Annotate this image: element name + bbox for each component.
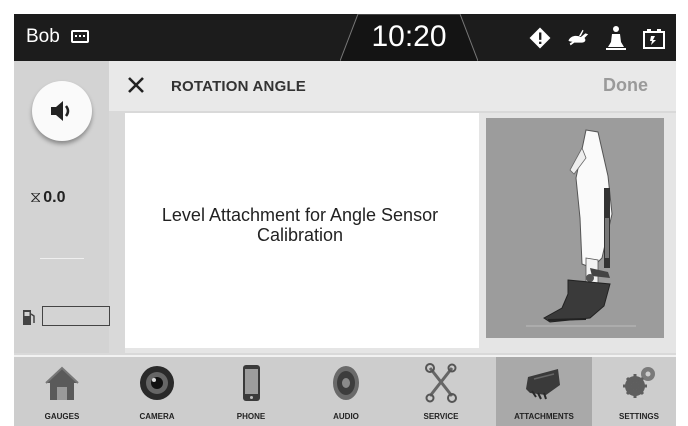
nav-phone[interactable]: PHONE <box>203 357 299 426</box>
battery-icon <box>642 24 666 52</box>
speaker-icon <box>333 366 359 400</box>
rail-divider <box>40 258 84 259</box>
nav-label-attachments: ATTACHMENTS <box>514 412 574 421</box>
volume-button[interactable] <box>32 81 92 141</box>
status-icons <box>528 22 666 54</box>
hour-meter: ⧖ 0.0 <box>30 189 65 207</box>
nav-settings[interactable]: SETTINGS <box>591 357 676 426</box>
nav-gauges[interactable]: GAUGES <box>14 357 110 426</box>
house-icon <box>45 366 79 400</box>
nav-label-settings: SETTINGS <box>618 412 659 421</box>
gears-icon <box>623 367 655 398</box>
hourglass-icon: ⧖ <box>30 189 42 206</box>
screen: Bob 10:20 ⧖ 0.0 ROTATION ANGLE Done Leve… <box>14 14 676 426</box>
nav-label-audio: AUDIO <box>333 412 359 421</box>
display-frame: Bob 10:20 ⧖ 0.0 ROTATION ANGLE Done Leve… <box>0 0 688 426</box>
clock-tab: 10:20 <box>340 14 478 61</box>
camera-icon <box>140 366 174 400</box>
instruction-panel: Level Attachment for Angle Sensor Calibr… <box>125 113 479 348</box>
dialog-content: Level Attachment for Angle Sensor Calibr… <box>125 113 676 353</box>
nav-service[interactable]: SERVICE <box>393 357 489 426</box>
bottom-nav: GAUGES CAMERA PHONE AUDIO SERVICE ATTACH… <box>14 355 676 426</box>
nav-label-camera: CAMERA <box>139 412 175 421</box>
warning-icon[interactable] <box>528 24 552 52</box>
close-icon[interactable] <box>125 74 147 96</box>
rabbit-speed-icon <box>566 24 590 52</box>
phone-icon <box>243 365 260 401</box>
nav-label-gauges: GAUGES <box>44 412 80 421</box>
left-rail: ⧖ 0.0 <box>14 61 110 353</box>
fuel-gauge <box>22 306 110 328</box>
speaker-volume-icon <box>51 101 70 121</box>
hour-meter-value: 0.0 <box>43 189 66 206</box>
done-button[interactable]: Done <box>603 75 648 96</box>
nav-label-phone: PHONE <box>236 412 266 421</box>
nav-attachments[interactable]: ATTACHMENTS <box>496 357 592 426</box>
nav-label-service: SERVICE <box>423 412 459 421</box>
operator-name: Bob <box>26 26 60 47</box>
keypad-icon[interactable] <box>71 30 89 43</box>
excavator-arm-illustration <box>486 118 664 338</box>
bucket-icon <box>526 369 560 400</box>
dialog-title: ROTATION ANGLE <box>171 78 307 95</box>
excavator-arm-drawing <box>526 129 636 327</box>
fuel-level-bar <box>42 306 110 326</box>
calibration-message: Level Attachment for Angle Sensor Calibr… <box>161 205 439 245</box>
wrench-icon <box>425 363 457 403</box>
fuel-pump-icon <box>23 310 35 325</box>
status-bar: Bob 10:20 <box>14 14 676 61</box>
dialog-header: ROTATION ANGLE Done <box>109 61 676 111</box>
nav-audio[interactable]: AUDIO <box>298 357 394 426</box>
clock: 10:20 <box>371 20 447 53</box>
nav-camera[interactable]: CAMERA <box>109 357 205 426</box>
seated-operator-icon <box>604 24 628 52</box>
